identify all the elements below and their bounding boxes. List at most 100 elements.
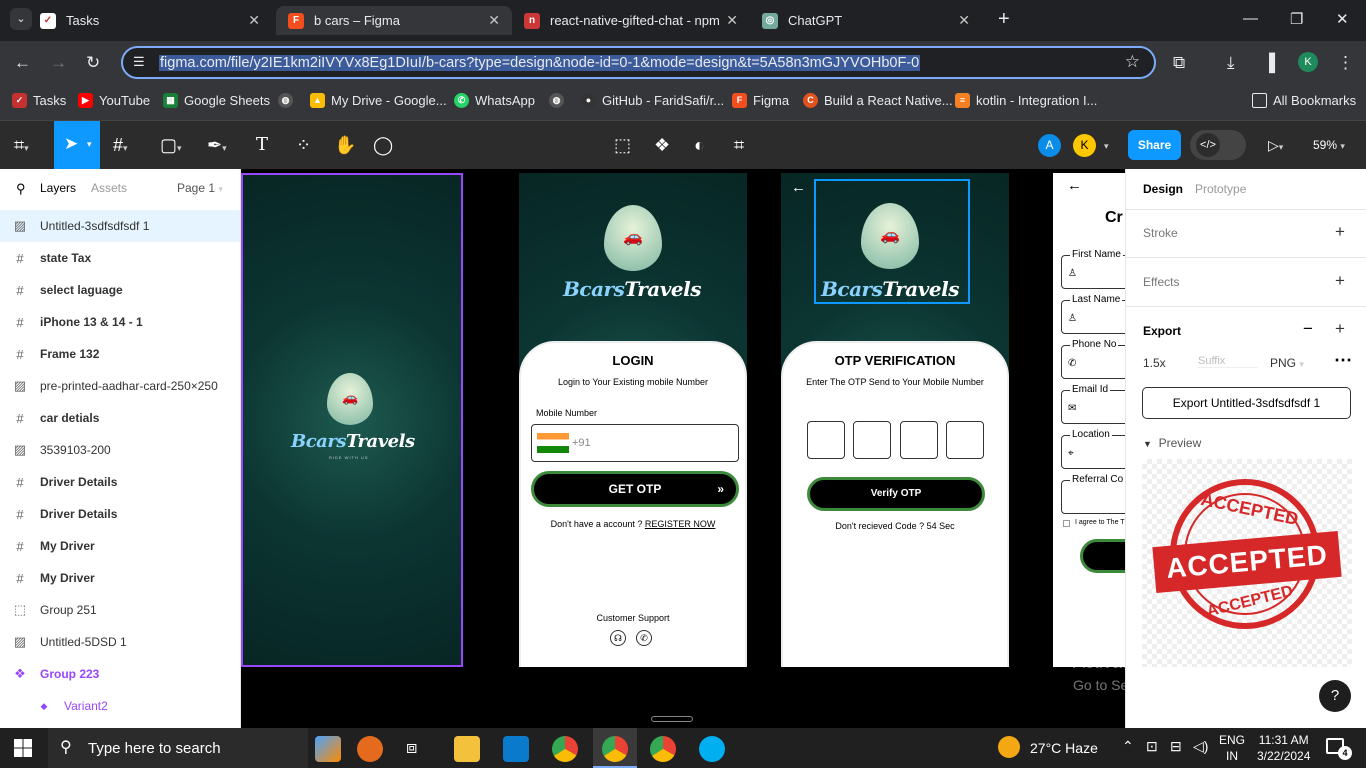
zoom-level[interactable]: 59% ▾ [1313, 138, 1345, 152]
export-scale[interactable]: 1.5x [1143, 356, 1166, 370]
back-icon[interactable]: ← [14, 53, 31, 73]
more-options-icon[interactable]: ⋯ [1334, 350, 1352, 371]
layer-row[interactable]: # iPhone 13 & 14 - 1 [0, 306, 240, 338]
layer-row[interactable]: ▨ Untitled-3sdfsdfsdf 1 [0, 210, 240, 242]
side-panel-icon[interactable]: ▐ [1263, 53, 1275, 73]
new-tab-button[interactable]: + [998, 8, 1010, 31]
export-button[interactable]: Export Untitled-3sdfsdfsdf 1 [1142, 387, 1351, 419]
hand-tool-icon[interactable]: ✋ [334, 135, 356, 155]
layer-row[interactable]: # Driver Details [0, 498, 240, 530]
chrome-profile-b-icon[interactable] [650, 736, 676, 762]
register-link[interactable]: REGISTER NOW [645, 519, 716, 529]
minimize-button[interactable]: — [1243, 10, 1258, 27]
pen-tool-icon[interactable]: ✒▾ [207, 135, 227, 158]
agree-checkbox[interactable] [1063, 520, 1070, 527]
verify-otp-button[interactable]: Verify OTP [807, 477, 985, 511]
chrome-profile-k-active[interactable] [593, 728, 637, 768]
bookmark-globe-2[interactable]: ◍ [549, 93, 570, 108]
referral-field[interactable]: Referral Co [1061, 474, 1125, 514]
bookmark-google-sheets[interactable]: ▦ Google Sheets [163, 93, 270, 108]
tab-figma[interactable]: F b cars – Figma ✕ [276, 6, 512, 35]
help-button[interactable]: ? [1319, 680, 1351, 712]
frame-tool-icon[interactable]: #▾ [113, 135, 128, 158]
file-explorer-icon[interactable] [454, 736, 480, 762]
menu-icon[interactable]: ⋮ [1337, 53, 1354, 73]
reload-icon[interactable]: ↻ [86, 53, 100, 73]
tab-prototype[interactable]: Prototype [1195, 182, 1246, 196]
meet-now-icon[interactable]: ⊡ [1146, 738, 1158, 755]
clock[interactable]: 11:31 AM 3/22/2024 [1257, 732, 1310, 764]
layer-row[interactable]: # Driver Details [0, 466, 240, 498]
comment-tool-icon[interactable]: ◯ [373, 135, 393, 155]
dev-mode-toggle[interactable]: </> [1190, 130, 1246, 160]
first-name-field[interactable]: First Name ♙ [1061, 249, 1125, 289]
layer-row[interactable]: ▨ Untitled-5DSD 1 [0, 626, 240, 658]
close-icon[interactable]: ✕ [958, 12, 970, 29]
otp-digit-3[interactable] [900, 421, 938, 459]
bookmark-tasks[interactable]: ✓ Tasks [12, 93, 66, 108]
search-icon[interactable]: ⚲ [16, 181, 26, 197]
basketball-icon[interactable] [357, 736, 383, 762]
extensions-icon[interactable]: ⧉ [1173, 53, 1185, 73]
headset-icon[interactable]: ☊ [610, 630, 626, 646]
last-name-field[interactable]: Last Name ♙ [1061, 294, 1125, 334]
widgets-icon[interactable] [315, 736, 341, 762]
profile-avatar[interactable]: K [1298, 52, 1318, 72]
tab-assets[interactable]: Assets [91, 181, 127, 195]
page-selector[interactable]: Page 1 ▾ [177, 181, 223, 195]
bookmark-react-native[interactable]: C Build a React Native... [803, 93, 953, 108]
weather-text[interactable]: 27°C Haze [1030, 740, 1098, 756]
add-export-icon[interactable]: + [1335, 319, 1345, 339]
close-icon[interactable]: ✕ [248, 12, 260, 29]
language-indicator[interactable]: ENG IN [1219, 732, 1245, 764]
mobile-input[interactable]: +91 [531, 424, 739, 462]
layer-row[interactable]: # car detials [0, 402, 240, 434]
chrome-icon[interactable] [552, 736, 578, 762]
design-canvas[interactable]: 🚗 BcarsTravels RIDE WITH US 🚗 BcarsTrave… [241, 169, 1125, 728]
layer-row[interactable]: # state Tax [0, 242, 240, 274]
tab-design[interactable]: Design [1143, 182, 1183, 196]
bookmark-star-icon[interactable]: ☆ [1125, 52, 1140, 72]
close-icon[interactable]: ✕ [488, 12, 500, 29]
volume-icon[interactable]: ◁) [1193, 738, 1208, 755]
bookmark-kotlin[interactable]: ≡ kotlin - Integration I... [955, 93, 1097, 108]
otp-digit-1[interactable] [807, 421, 845, 459]
present-icon[interactable]: ▷▾ [1268, 135, 1283, 157]
move-tool[interactable]: ➤ ▾ [54, 121, 100, 169]
layer-row[interactable]: ❖ Group 223 [0, 658, 240, 690]
bookmark-globe[interactable]: ◍ [278, 93, 299, 108]
otp-frame[interactable]: ← 🚗 BcarsTravels OTP VERIFICATION Enter … [781, 173, 1009, 667]
otp-digit-2[interactable] [853, 421, 891, 459]
mask-icon[interactable]: ◐ [694, 135, 705, 155]
share-button[interactable]: Share [1128, 130, 1181, 160]
collaborators-dropdown-icon[interactable]: ▾ [1104, 141, 1109, 152]
network-icon[interactable]: ⊟ [1170, 738, 1182, 755]
tab-layers[interactable]: Layers [40, 181, 76, 195]
resources-icon[interactable]: ⁘ [296, 135, 311, 155]
add-stroke-icon[interactable]: + [1335, 222, 1345, 242]
tab-chatgpt[interactable]: ◎ ChatGPT ✕ [762, 6, 978, 35]
suffix-input[interactable]: Suffix [1198, 355, 1258, 368]
taskbar-search[interactable]: ⚲ Type here to search [48, 728, 308, 768]
download-icon[interactable]: ⤓ [1227, 53, 1235, 73]
restore-button[interactable]: ❐ [1290, 10, 1303, 28]
main-menu-icon[interactable]: ⌗▾ [14, 135, 29, 158]
tab-npm[interactable]: n react-native-gifted-chat - npm ✕ [524, 6, 746, 35]
bookmark-youtube[interactable]: ▶ YouTube [78, 93, 150, 108]
component-icon[interactable]: ❖ [654, 135, 670, 155]
back-arrow-icon[interactable]: ← [791, 179, 806, 196]
url-text[interactable]: figma.com/file/y2IE1km2iIVYVx8Eg1DIuI/b-… [159, 55, 921, 71]
preview-toggle[interactable]: ▼ Preview [1143, 436, 1201, 450]
create-account-frame[interactable]: ← Cr First Name ♙ Last Name ♙ Phone No ✆ Em… [1053, 173, 1125, 667]
avatar-a[interactable]: A [1038, 134, 1061, 157]
all-bookmarks[interactable]: All Bookmarks [1252, 93, 1356, 108]
forward-icon[interactable]: → [50, 53, 67, 73]
add-effect-icon[interactable]: + [1335, 271, 1345, 291]
text-tool-icon[interactable]: T [256, 135, 268, 155]
bookmark-figma[interactable]: F Figma [732, 93, 789, 108]
get-otp-button[interactable]: GET OTP» [531, 471, 739, 507]
layer-row[interactable]: ⬚ Group 251 [0, 594, 240, 626]
whatsapp-icon[interactable]: ✆ [636, 630, 652, 646]
bookmark-my-drive[interactable]: ▲ My Drive - Google... [310, 93, 447, 108]
crop-icon[interactable]: ⌗ [734, 135, 744, 155]
